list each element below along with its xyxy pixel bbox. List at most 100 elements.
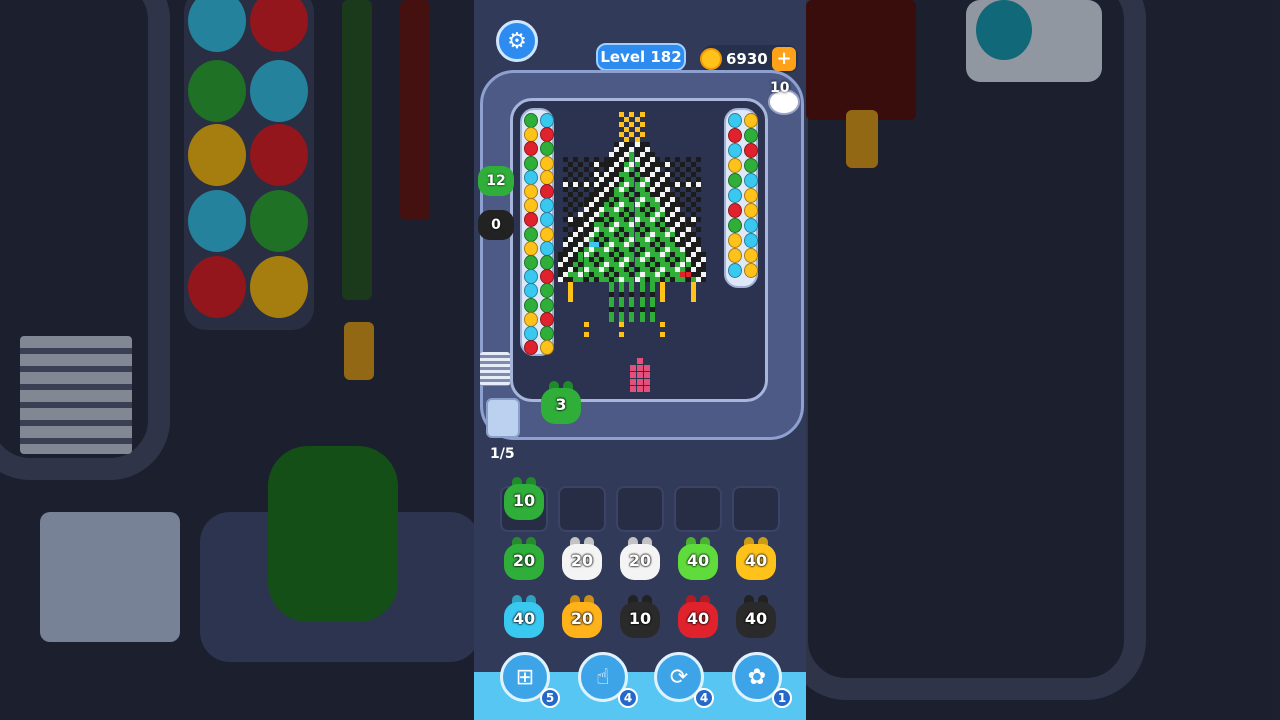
egg: [728, 128, 742, 143]
reserve-bunny[interactable]: 40: [733, 536, 779, 582]
bunny-count: 10: [512, 490, 536, 510]
backdrop-dim: [806, 0, 1280, 720]
reserve-bunny[interactable]: 20: [559, 594, 605, 640]
ladder-ramp: [480, 352, 510, 386]
bunny-icon: ✿: [747, 664, 767, 690]
pixel: [639, 122, 645, 127]
egg: [728, 263, 742, 278]
egg: [540, 240, 554, 256]
egg: [524, 127, 538, 143]
coin-counter: 6930 +: [700, 45, 798, 73]
egg: [540, 113, 554, 128]
egg: [744, 233, 758, 248]
egg: [744, 203, 758, 218]
add-coins-button[interactable]: +: [772, 47, 796, 71]
queue-slot-empty: [558, 486, 606, 532]
queue-slot-empty: [732, 486, 780, 532]
pixel: [695, 167, 701, 172]
bunny-count: 20: [570, 608, 594, 628]
egg: [728, 233, 742, 248]
bunny-count: 20: [570, 550, 594, 570]
egg: [728, 188, 742, 203]
side-shooter-count: 12: [486, 173, 506, 189]
reserve-bunny[interactable]: 40: [733, 594, 779, 640]
egg: [744, 143, 758, 158]
egg: [728, 248, 742, 263]
egg: [524, 113, 538, 128]
pink-pixel: [637, 358, 643, 364]
egg: [524, 198, 538, 214]
coin-value: 6930: [726, 50, 768, 68]
bunny-count: 40: [686, 550, 710, 570]
egg: [728, 173, 742, 188]
egg: [524, 297, 538, 313]
side-shooter-green[interactable]: 12: [478, 166, 514, 196]
track-gate: [486, 398, 520, 438]
egg: [524, 340, 538, 356]
pixel: [609, 317, 614, 322]
pixel: [649, 317, 655, 322]
reserve-bunny[interactable]: 40: [675, 594, 721, 640]
egg: [728, 218, 742, 233]
egg: [524, 283, 538, 299]
shuffle-count: 4: [694, 688, 714, 708]
bunny-count: 40: [744, 608, 768, 628]
bunny-count: 3: [555, 394, 567, 414]
egg: [524, 184, 538, 199]
backdrop-dim: [0, 0, 474, 720]
bunny-count: 40: [686, 608, 710, 628]
hand-pick-count: 4: [618, 688, 638, 708]
egg: [540, 269, 554, 285]
pixel: [583, 322, 589, 327]
egg: [540, 255, 554, 270]
egg: [744, 158, 758, 173]
settings-button[interactable]: ⚙: [496, 20, 538, 62]
egg: [540, 198, 554, 214]
gear-icon: ⚙: [507, 28, 527, 54]
reserve-bunny[interactable]: 40: [501, 594, 547, 640]
egg-column-left: [520, 108, 554, 356]
pixel: [639, 317, 645, 322]
pink-pixel: [637, 386, 643, 392]
pixel: [619, 322, 625, 327]
hand-pickup-count: 10: [770, 80, 790, 96]
pixel: [695, 207, 701, 212]
track-bunny-shooter[interactable]: 3: [538, 380, 584, 426]
magnet-bunny-count: 1: [772, 688, 792, 708]
pixel: [695, 227, 701, 232]
egg: [540, 184, 554, 199]
side-shooter-black[interactable]: 0: [478, 210, 514, 240]
backdrop-right: [806, 0, 1280, 720]
reserve-bunny[interactable]: 20: [617, 536, 663, 582]
egg: [524, 212, 538, 228]
egg: [540, 283, 554, 299]
pixel: [639, 112, 645, 117]
pink-pixel-block: [628, 356, 652, 392]
egg: [524, 326, 538, 341]
reserve-bunny[interactable]: 10: [617, 594, 663, 640]
pink-pixel: [644, 372, 650, 378]
egg: [524, 311, 538, 327]
egg: [744, 188, 758, 203]
egg: [744, 113, 758, 128]
pixel-art-target: [558, 112, 708, 342]
egg: [744, 173, 758, 188]
egg: [540, 169, 554, 185]
egg: [728, 143, 742, 158]
reserve-bunny[interactable]: 40: [675, 536, 721, 582]
pixel: [690, 297, 696, 302]
level-indicator: Level 182: [596, 43, 686, 71]
reserve-bunny[interactable]: 20: [559, 536, 605, 582]
shuffle-icon: ⟳: [669, 664, 689, 690]
pink-pixel: [644, 365, 650, 371]
egg: [744, 263, 758, 278]
reserve-bunny[interactable]: 20: [501, 536, 547, 582]
egg: [540, 326, 554, 341]
game-board: ⚙ Level 182 6930 + 10 12 0 3 1/5 10 20 2…: [474, 0, 806, 720]
pixel: [629, 317, 635, 322]
pink-pixel: [637, 372, 643, 378]
queue-slot-empty: [616, 486, 664, 532]
active-slot-bunny[interactable]: 10: [501, 476, 547, 522]
egg: [524, 269, 538, 285]
bunny-count: 20: [512, 550, 536, 570]
